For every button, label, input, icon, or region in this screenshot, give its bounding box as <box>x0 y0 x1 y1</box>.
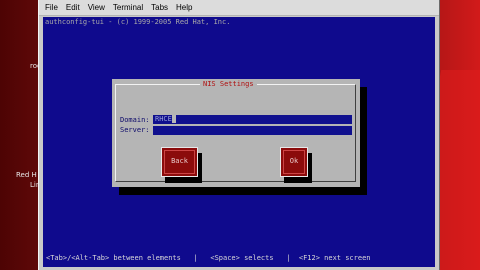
server-input[interactable] <box>153 126 352 135</box>
ok-button-inner <box>283 150 305 174</box>
menu-terminal[interactable]: Terminal <box>113 3 143 12</box>
terminal-screen[interactable]: authconfig-tui - (c) 1999-2005 Red Hat, … <box>43 17 435 267</box>
back-button-inner <box>164 150 195 174</box>
domain-value: RHCE <box>155 115 172 123</box>
menu-file[interactable]: File <box>45 3 58 12</box>
help-status-bar: <Tab>/<Alt-Tab> between elements | <Spac… <box>46 254 371 262</box>
desktop-icon-label-redhat[interactable]: Red H <box>16 171 37 179</box>
tui-header-text: authconfig-tui - (c) 1999-2005 Red Hat, … <box>45 18 231 26</box>
server-label: Server: <box>120 126 150 134</box>
menu-bar: File Edit View Terminal Tabs Help <box>39 0 439 16</box>
dialog-title: NIS Settings <box>200 79 257 89</box>
menu-view[interactable]: View <box>88 3 105 12</box>
menu-help[interactable]: Help <box>176 3 192 12</box>
ok-button[interactable]: Ok <box>280 147 308 177</box>
menu-edit[interactable]: Edit <box>66 3 80 12</box>
terminal-window: File Edit View Terminal Tabs Help authco… <box>38 0 440 270</box>
domain-label: Domain: <box>120 116 150 124</box>
nis-settings-dialog: NIS Settings Domain: RHCE Server: Back O… <box>112 79 360 187</box>
domain-input[interactable]: RHCE <box>153 115 352 124</box>
text-cursor <box>171 115 176 123</box>
back-button[interactable]: Back <box>161 147 198 177</box>
menu-tabs[interactable]: Tabs <box>151 3 168 12</box>
